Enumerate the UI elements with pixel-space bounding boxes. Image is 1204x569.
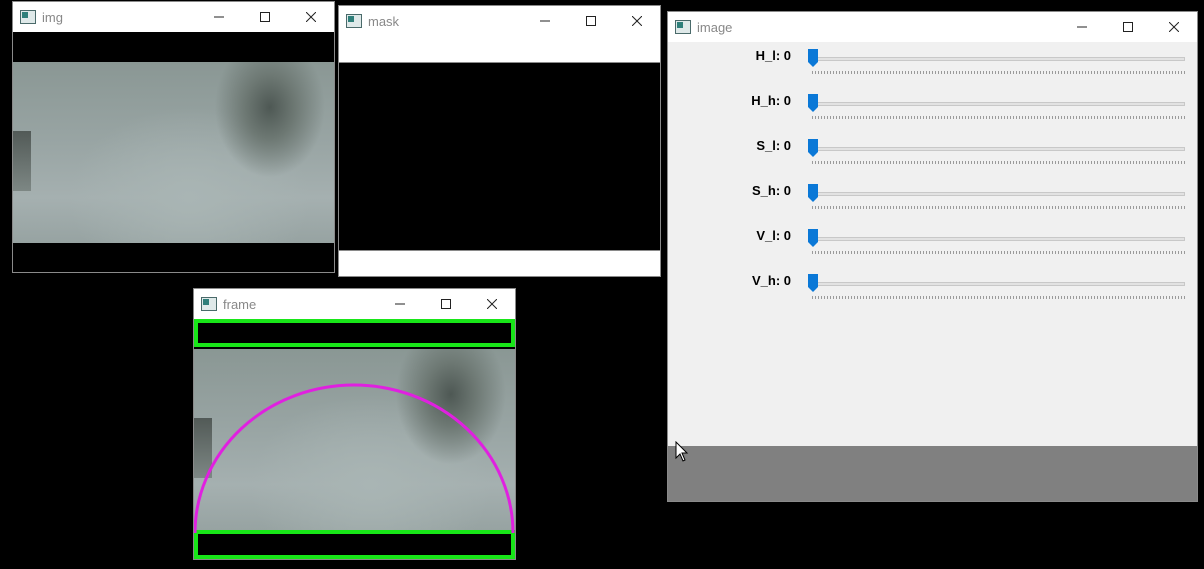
mask-titlebar[interactable]: mask	[339, 6, 660, 36]
trackbar-track[interactable]	[812, 282, 1185, 286]
frame-overlay	[194, 319, 515, 559]
mask-view	[339, 36, 660, 276]
trackbar-thumb[interactable]	[808, 94, 818, 112]
mask-window[interactable]: mask	[338, 5, 661, 277]
mouse-cursor-icon	[675, 441, 689, 462]
trackbar-label: V_h: 0	[751, 273, 791, 288]
trackbar-label: H_l: 0	[755, 48, 791, 63]
trackbar-label: S_l: 0	[756, 138, 791, 153]
trackbar-ticks	[812, 161, 1185, 164]
image-display-area	[668, 446, 1197, 501]
trackbar-ticks	[812, 116, 1185, 119]
maximize-icon[interactable]	[423, 289, 469, 319]
maximize-icon[interactable]	[242, 2, 288, 32]
trackbar-track[interactable]	[812, 57, 1185, 61]
img-view	[13, 32, 334, 272]
app-icon	[675, 20, 691, 34]
image-window[interactable]: image H_l: 0 H_h: 0 S_l: 0 S_h: 0 V_l: 0 V_h:…	[667, 11, 1198, 502]
img-window[interactable]: img	[12, 1, 335, 273]
trackbar-track[interactable]	[812, 192, 1185, 196]
trackbar-track[interactable]	[812, 147, 1185, 151]
app-icon	[346, 14, 362, 28]
trackbar-label: H_h: 0	[751, 93, 791, 108]
trackbar-label: S_h: 0	[751, 183, 791, 198]
minimize-icon[interactable]	[196, 2, 242, 32]
trackbar-label: V_l: 0	[756, 228, 791, 243]
trackbar-thumb[interactable]	[808, 184, 818, 202]
top-roi-box	[194, 319, 515, 347]
trackbar-row: S_l: 0	[668, 136, 1197, 181]
trackbar-row: V_h: 0	[668, 271, 1197, 316]
close-icon[interactable]	[288, 2, 334, 32]
minimize-icon[interactable]	[1059, 12, 1105, 42]
trackbar-row: V_l: 0	[668, 226, 1197, 271]
window-title: img	[42, 9, 63, 25]
window-title: mask	[368, 13, 400, 29]
mask-image	[339, 62, 660, 251]
frame-window[interactable]: frame	[193, 288, 516, 560]
frame-titlebar[interactable]: frame	[194, 289, 515, 319]
trackbar-thumb[interactable]	[808, 49, 818, 67]
trackbar-thumb[interactable]	[808, 139, 818, 157]
maximize-icon[interactable]	[568, 6, 614, 36]
minimize-icon[interactable]	[522, 6, 568, 36]
maximize-icon[interactable]	[1105, 12, 1151, 42]
close-icon[interactable]	[614, 6, 660, 36]
trackbar-thumb[interactable]	[808, 229, 818, 247]
fit-arc	[194, 383, 515, 534]
window-title: image	[697, 19, 733, 35]
img-titlebar[interactable]: img	[13, 2, 334, 32]
camera-image	[13, 62, 334, 243]
trackbar-ticks	[812, 251, 1185, 254]
trackbar-ticks	[812, 296, 1185, 299]
trackbar-row: S_h: 0	[668, 181, 1197, 226]
trackbar-thumb[interactable]	[808, 274, 818, 292]
trackbar-track[interactable]	[812, 237, 1185, 241]
app-icon	[20, 10, 36, 24]
trackbar-ticks	[812, 71, 1185, 74]
frame-view	[194, 319, 515, 559]
image-shadow	[13, 130, 31, 191]
trackbar-row: H_l: 0	[668, 46, 1197, 91]
trackbar-row: H_h: 0	[668, 91, 1197, 136]
app-icon	[201, 297, 217, 311]
bottom-roi-box	[194, 530, 515, 559]
trackbar-ticks	[812, 206, 1185, 209]
image-titlebar[interactable]: image	[668, 12, 1197, 42]
close-icon[interactable]	[469, 289, 515, 319]
close-icon[interactable]	[1151, 12, 1197, 42]
trackbar-panel: H_l: 0 H_h: 0 S_l: 0 S_h: 0 V_l: 0 V_h: 0	[668, 42, 1197, 446]
window-title: frame	[223, 296, 257, 312]
minimize-icon[interactable]	[377, 289, 423, 319]
trackbar-track[interactable]	[812, 102, 1185, 106]
